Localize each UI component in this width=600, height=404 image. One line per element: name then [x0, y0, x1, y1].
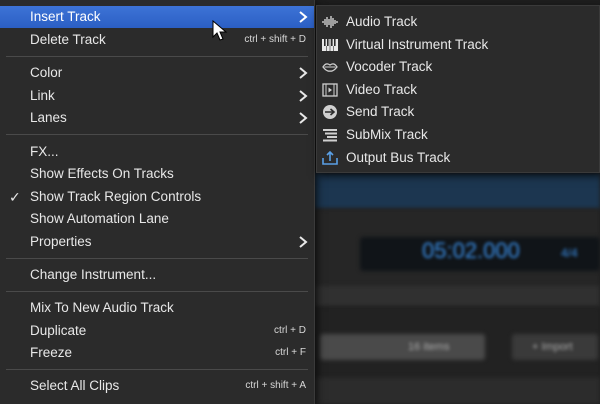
menu-item-label: Show Track Region Controls — [30, 189, 202, 204]
menu-item-label: Link — [30, 88, 55, 103]
menu-item-label: Show Effects On Tracks — [30, 166, 174, 181]
menu-item-label: Freeze — [30, 345, 73, 360]
menu-item-change-instrument[interactable]: Change Instrument... — [0, 264, 314, 286]
shortcut-label: ctrl + F — [275, 347, 306, 358]
browser-search-field[interactable] — [320, 334, 485, 360]
submenu-item-label: Vocoder Track — [346, 59, 433, 74]
waveform-icon — [322, 16, 338, 28]
chevron-right-icon — [299, 236, 308, 248]
menu-item-link[interactable]: Link — [0, 85, 314, 107]
output-bus-icon — [322, 150, 338, 165]
menu-item-delete-track[interactable]: Delete Track ctrl + shift + D — [0, 29, 314, 51]
menu-item-label: Change Instrument... — [30, 267, 157, 282]
menu-item-fx[interactable]: FX... — [0, 141, 314, 163]
menu-item-label: Mix To New Audio Track — [30, 300, 174, 315]
menu-separator — [6, 56, 308, 57]
submenu-item-virtual-instrument-track[interactable]: Virtual Instrument Track — [317, 34, 599, 56]
menu-item-label: Select All Clips — [30, 378, 120, 393]
submenu-item-label: SubMix Track — [346, 127, 428, 142]
submenu-item-audio-track[interactable]: Audio Track — [317, 11, 599, 33]
browser-tabs — [314, 285, 600, 307]
menu-item-label: Insert Track — [30, 9, 101, 24]
menu-item-label: FX... — [30, 144, 59, 159]
submenu-item-label: Video Track — [346, 82, 418, 97]
submenu-item-video-track[interactable]: Video Track — [317, 79, 599, 101]
shortcut-label: ctrl + shift + A — [245, 380, 306, 391]
import-button[interactable]: + Import — [532, 341, 573, 353]
chevron-right-icon — [299, 112, 308, 124]
menu-item-properties[interactable]: Properties — [0, 231, 314, 253]
submenu-item-output-bus-track[interactable]: Output Bus Track — [317, 147, 599, 169]
time-signature: 4/4 — [561, 246, 578, 260]
menu-item-label: Duplicate — [30, 323, 87, 338]
submix-icon — [323, 129, 337, 142]
chevron-right-icon — [299, 11, 308, 23]
menu-item-freeze[interactable]: Freeze ctrl + F — [0, 342, 314, 364]
submenu-item-label: Output Bus Track — [346, 150, 451, 165]
menu-separator — [6, 291, 308, 292]
menu-item-label: Properties — [30, 234, 92, 249]
menu-item-select-all-clips[interactable]: Select All Clips ctrl + shift + A — [0, 375, 314, 397]
shortcut-label: ctrl + shift + D — [244, 34, 306, 45]
browser-columns — [314, 377, 600, 404]
film-icon — [322, 83, 338, 97]
insert-track-submenu: Audio Track Virtual Instrument Track Voc… — [316, 5, 600, 173]
mouse-pointer-icon — [212, 20, 228, 41]
submenu-item-vocoder-track[interactable]: Vocoder Track — [317, 56, 599, 78]
track-context-menu: Insert Track Delete Track ctrl + shift +… — [0, 0, 315, 404]
menu-item-label: Color — [30, 65, 63, 80]
search-count: 16 items — [408, 341, 450, 353]
menu-item-duplicate[interactable]: Duplicate ctrl + D — [0, 320, 314, 342]
menu-item-show-track-region-controls[interactable]: ✓ Show Track Region Controls — [0, 186, 314, 208]
menu-item-mix-to-new-audio-track[interactable]: Mix To New Audio Track — [0, 297, 314, 319]
checkmark-icon: ✓ — [9, 189, 21, 205]
shortcut-label: ctrl + D — [274, 325, 306, 336]
piano-keys-icon — [322, 39, 338, 51]
lips-icon — [322, 63, 338, 72]
menu-item-insert-track[interactable]: Insert Track — [0, 6, 314, 28]
menu-item-label: Lanes — [30, 110, 67, 125]
send-arrow-icon — [323, 105, 337, 119]
menu-item-lanes[interactable]: Lanes — [0, 107, 314, 129]
menu-item-label: Show Automation Lane — [30, 211, 169, 226]
chevron-right-icon — [299, 90, 308, 102]
timeline-ruler — [314, 173, 600, 209]
menu-item-show-effects-on-tracks[interactable]: Show Effects On Tracks — [0, 163, 314, 185]
submenu-item-send-track[interactable]: Send Track — [317, 101, 599, 123]
menu-item-show-automation-lane[interactable]: Show Automation Lane — [0, 208, 314, 230]
chevron-right-icon — [299, 67, 308, 79]
menu-separator — [6, 258, 308, 259]
submenu-item-label: Virtual Instrument Track — [346, 37, 489, 52]
submenu-item-label: Audio Track — [346, 14, 418, 29]
menu-item-label: Delete Track — [30, 32, 106, 47]
submenu-item-submix-track[interactable]: SubMix Track — [317, 124, 599, 146]
submenu-item-label: Send Track — [346, 104, 415, 119]
menu-separator — [6, 369, 308, 370]
time-display: 05:02.000 — [422, 238, 520, 263]
menu-separator — [6, 134, 308, 135]
menu-item-color[interactable]: Color — [0, 62, 314, 84]
